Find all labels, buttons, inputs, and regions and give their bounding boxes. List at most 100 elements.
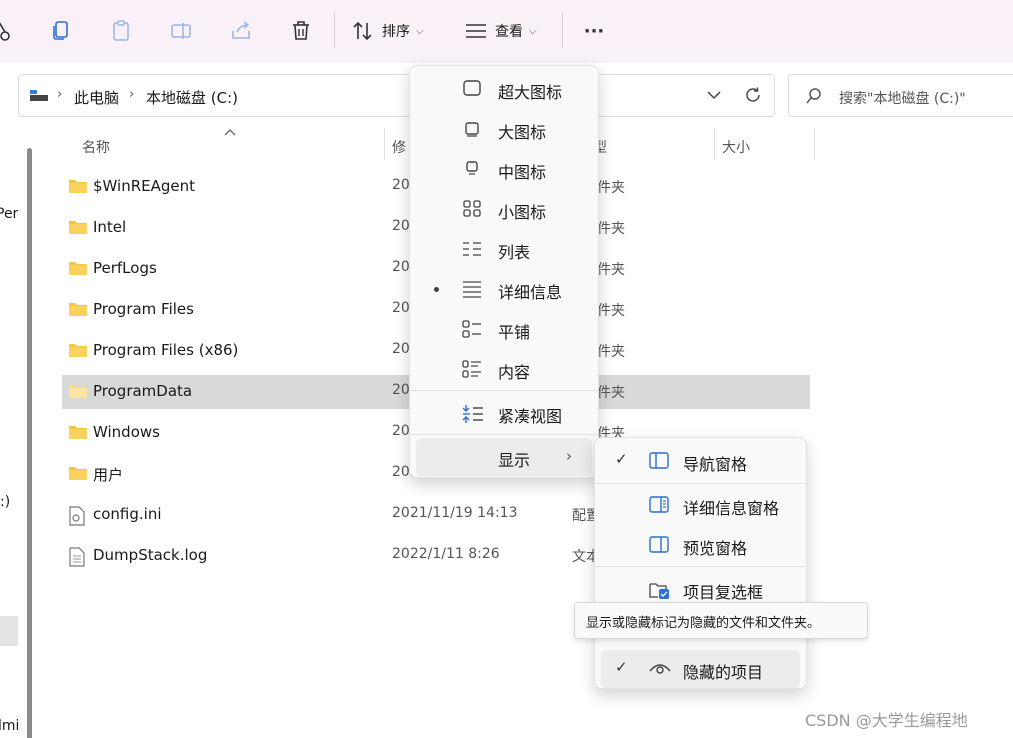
column-header-modified[interactable]: 修 <box>392 137 406 171</box>
nav-item-fragment[interactable]: Pers <box>0 206 18 222</box>
menu-separator <box>595 566 806 567</box>
file-name: 用户 <box>93 466 124 484</box>
menu-item-label: 平铺 <box>498 323 531 342</box>
computer-icon <box>30 90 48 101</box>
search-box[interactable]: 搜索"本地磁盘 (C:)" <box>788 74 1013 117</box>
file-type: 件夹 <box>597 221 625 237</box>
menu-item-view-mediums-icon[interactable]: 中图标 <box>416 150 592 188</box>
file-type: 件夹 <box>597 303 625 319</box>
chevron-right-icon: › <box>566 447 572 465</box>
menu-item-navigation-pane[interactable]: ✓ 导航窗格 <box>601 442 800 480</box>
show-submenu: ✓ 导航窗格 详细信息窗格 预览窗格 项目复选框 ✓ 隐藏的项目 <box>594 437 807 689</box>
menu-item-label: 导航窗格 <box>683 455 748 474</box>
chevron-right-icon: › <box>57 87 63 102</box>
large-icons-icon <box>462 120 482 142</box>
folder-icon <box>68 465 88 485</box>
more-icon: ··· <box>583 20 605 42</box>
folder-icon <box>68 383 88 403</box>
column-separator[interactable] <box>384 128 385 160</box>
menu-item-label: 小图标 <box>498 203 547 222</box>
sort-label: 排序 <box>382 24 410 40</box>
menu-item-label: 项目复选框 <box>683 583 764 602</box>
file-modified: 2022/1/11 8:26 <box>392 546 500 562</box>
menu-item-label: 详细信息 <box>498 283 563 302</box>
hidden-items-icon <box>649 664 671 674</box>
nav-item-fragment[interactable]: :) <box>0 494 14 510</box>
sort-ascending-icon <box>224 129 236 136</box>
copy-icon <box>53 21 68 40</box>
menu-item-view-smalls-icon[interactable]: 小图标 <box>416 190 592 228</box>
file-name: Program Files (x86) <box>93 341 239 359</box>
file-type: 件夹 <box>597 180 625 196</box>
tiles-icon <box>462 320 482 342</box>
menu-item-view-content[interactable]: 内容 <box>416 350 592 388</box>
chevron-down-icon: ⌵ <box>529 25 537 37</box>
check-icon: ✓ <box>615 450 628 468</box>
hidden-items-tooltip: 显示或隐藏标记为隐藏的文件和文件夹。 <box>574 602 868 639</box>
menu-item-label: 隐藏的项目 <box>683 663 764 682</box>
menu-item-label: 紧凑视图 <box>498 407 563 426</box>
menu-item-label: 预览窗格 <box>683 539 748 558</box>
list-icon <box>462 240 482 262</box>
file-modified: 2021/11/19 14:13 <box>392 505 518 521</box>
rename-button[interactable] <box>168 14 194 48</box>
menu-item-preview-pane[interactable]: 预览窗格 <box>601 526 800 564</box>
menu-item-label: 详细信息窗格 <box>683 499 780 518</box>
more-button[interactable]: ··· <box>580 14 608 48</box>
menu-item-compact-view[interactable]: 紧凑视图 <box>416 394 592 432</box>
refresh-icon[interactable] <box>744 86 762 104</box>
navigation-pane: Pers :) lmi <box>0 128 44 738</box>
menu-item-label: 列表 <box>498 243 531 262</box>
chevron-right-icon: › <box>129 87 135 102</box>
menu-item-label: 大图标 <box>498 123 547 142</box>
scrollbar[interactable] <box>27 148 32 738</box>
delete-icon <box>293 21 309 40</box>
menu-item-label: 内容 <box>498 363 531 382</box>
share-button[interactable] <box>228 14 254 48</box>
extra-large-icons-icon <box>462 80 482 102</box>
breadcrumb-this-pc[interactable]: 此电脑 <box>74 87 119 108</box>
column-header-size[interactable]: 大小 <box>722 137 750 171</box>
delete-button[interactable] <box>288 14 314 48</box>
menu-item-hidden-items[interactable]: ✓ 隐藏的项目 <box>601 650 800 688</box>
column-header-name[interactable]: 名称 <box>82 137 110 171</box>
settings-file-icon <box>68 506 86 530</box>
menu-item-view-tiles[interactable]: 平铺 <box>416 310 592 348</box>
folder-icon <box>68 219 88 239</box>
cut-icon <box>0 22 10 41</box>
copy-button[interactable] <box>48 14 74 48</box>
paste-button[interactable] <box>108 14 134 48</box>
chevron-down-icon: ⌵ <box>416 25 424 37</box>
paste-icon <box>113 20 129 41</box>
file-type: 件夹 <box>597 385 625 401</box>
menu-item-view-larges-icon[interactable]: 大图标 <box>416 110 592 148</box>
menu-item-details-pane[interactable]: 详细信息窗格 <box>601 486 800 524</box>
file-name: ProgramData <box>93 382 193 400</box>
breadcrumb-local-disk[interactable]: 本地磁盘 (C:) <box>146 87 238 108</box>
rename-icon <box>171 23 191 39</box>
cut-button[interactable] <box>0 14 16 48</box>
address-bar[interactable]: › 此电脑 › 本地磁盘 (C:) <box>18 74 775 117</box>
toolbar-separator <box>334 12 335 48</box>
menu-separator <box>595 483 806 484</box>
view-label: 查看 <box>495 24 523 40</box>
folder-icon <box>68 301 88 321</box>
file-name: Program Files <box>93 300 194 318</box>
folder-icon <box>68 342 88 362</box>
menu-item-view-list[interactable]: 列表 <box>416 230 592 268</box>
menu-item-view-extra-larges-icon[interactable]: 超大图标 <box>416 70 592 108</box>
file-type: 件夹 <box>597 344 625 360</box>
column-separator[interactable] <box>814 128 815 160</box>
selected-dot-icon <box>434 287 439 292</box>
column-separator[interactable] <box>714 128 715 160</box>
menu-item-view-details[interactable]: 详细信息 <box>416 270 592 308</box>
navigation-pane-icon <box>649 452 669 469</box>
menu-item-label: 超大图标 <box>498 83 563 102</box>
view-button[interactable]: 查看 ⌵ <box>465 14 547 48</box>
menu-item-show[interactable]: 显示 › <box>416 438 592 476</box>
sort-button[interactable]: 排序 ⌵ <box>352 14 432 48</box>
nav-item-fragment[interactable]: lmi <box>0 718 20 734</box>
nav-selected-item[interactable] <box>0 616 18 646</box>
chevron-down-icon[interactable] <box>706 87 722 103</box>
search-placeholder: 搜索"本地磁盘 (C:)" <box>839 91 966 107</box>
